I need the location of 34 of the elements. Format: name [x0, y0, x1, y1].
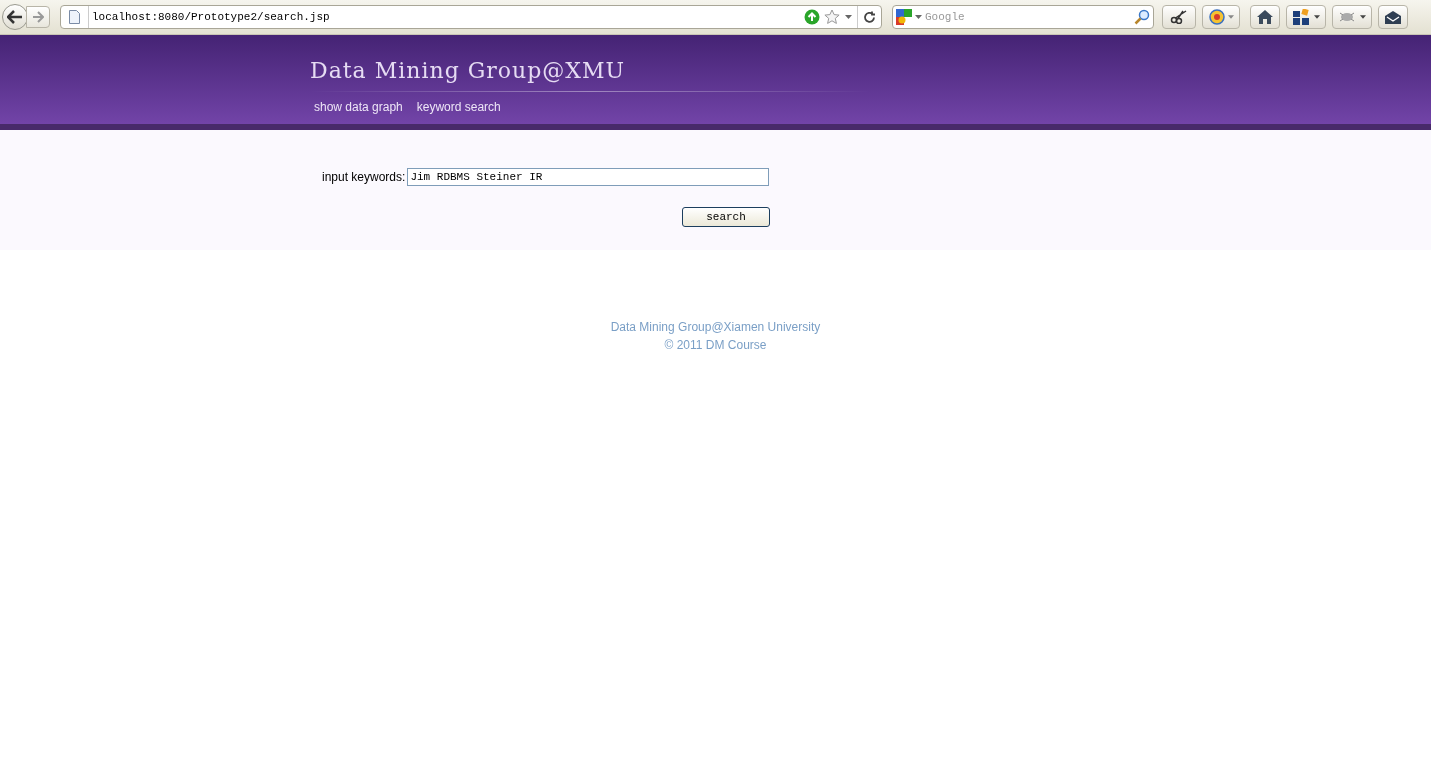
- forward-arrow-icon: [32, 11, 44, 23]
- toolbar-button[interactable]: [1286, 5, 1326, 29]
- envelope-icon: [1385, 10, 1401, 24]
- go-icon[interactable]: [804, 9, 820, 25]
- dropdown-caret-icon: [1313, 15, 1320, 19]
- mail-button[interactable]: [1378, 5, 1408, 29]
- tiles-icon: [1292, 9, 1309, 25]
- dropdown-caret-icon[interactable]: [915, 15, 922, 19]
- address-bar[interactable]: localhost:8080/Prototype2/search.jsp: [60, 5, 882, 29]
- dropdown-caret-icon: [1359, 15, 1366, 19]
- search-placeholder: Google: [925, 9, 966, 25]
- reload-icon[interactable]: [863, 10, 876, 24]
- page-icon: [69, 10, 80, 24]
- site-title: Data Mining Group@XMU: [310, 57, 627, 85]
- nav-link[interactable]: show data graph: [314, 98, 403, 116]
- dropdown-caret-icon: [1227, 15, 1234, 19]
- google-logo-icon: [896, 9, 912, 25]
- nav-link[interactable]: keyword search: [416, 98, 501, 116]
- url-text: localhost:8080/Prototype2/search.jsp: [92, 9, 331, 25]
- back-button[interactable]: [2, 4, 28, 30]
- home-icon: [1257, 10, 1273, 24]
- badge-icon: [1208, 9, 1225, 25]
- search-icon[interactable]: [1134, 9, 1150, 25]
- keywords-input[interactable]: Jim RDBMS Steiner IR: [407, 168, 770, 186]
- back-arrow-icon: [7, 10, 23, 24]
- search-button[interactable]: search: [682, 207, 770, 228]
- dropdown-caret-icon[interactable]: [845, 15, 852, 19]
- home-button[interactable]: [1250, 5, 1280, 29]
- scissors-icon: [1170, 10, 1188, 24]
- footer-text: © 2011 DM Course: [664, 337, 767, 354]
- footer-text: Data Mining Group@Xiamen University: [610, 319, 821, 336]
- keywords-label: input keywords:: [322, 169, 406, 186]
- star-icon[interactable]: [824, 9, 840, 25]
- toolbar-button[interactable]: [1162, 5, 1196, 29]
